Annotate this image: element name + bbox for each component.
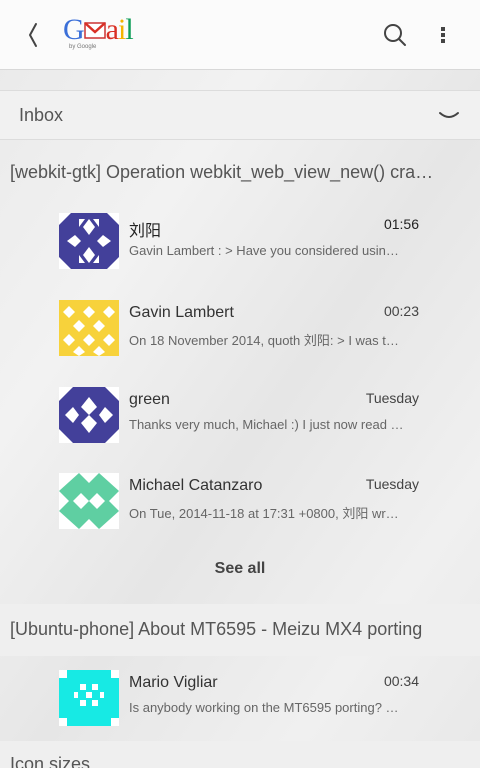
- avatar: [59, 473, 119, 529]
- back-chevron-icon: [29, 23, 37, 47]
- sender-name: Michael Catanzaro: [129, 477, 263, 494]
- thread-title[interactable]: Icon sizes: [10, 754, 470, 768]
- message-snippet: On Tue, 2014-11-18 at 17:31 +0800, 刘阳 wr…: [129, 506, 399, 521]
- avatar: [59, 300, 119, 356]
- chevron-down-icon: [439, 112, 459, 118]
- message-item[interactable]: Gavin Lambert 00:23 On 18 November 2014,…: [0, 300, 480, 374]
- sender-name: Gavin Lambert: [129, 304, 234, 321]
- message-time: 00:34: [383, 673, 419, 689]
- sender-name: green: [129, 391, 170, 408]
- message-snippet: Gavin Lambert : > Have you considered us…: [129, 243, 399, 258]
- avatar: [59, 213, 119, 269]
- message-snippet: Thanks very much, Michael :) I just now …: [129, 417, 404, 432]
- message-time: Tuesday: [365, 476, 419, 492]
- message-item[interactable]: 刘阳 01:56 Gavin Lambert : > Have you cons…: [0, 213, 480, 287]
- thread-title[interactable]: [webkit-gtk] Operation webkit_web_view_n…: [10, 162, 470, 183]
- search-button[interactable]: [382, 22, 408, 48]
- back-button[interactable]: [22, 20, 46, 50]
- avatar: [59, 670, 119, 726]
- gmail-logo: Gail by Google: [63, 13, 134, 51]
- message-snippet: Is anybody working on the MT6595 porting…: [129, 700, 399, 715]
- folder-selector[interactable]: Inbox: [0, 90, 480, 140]
- sender-name: Mario Vigliar: [129, 674, 218, 691]
- thread-title[interactable]: [Ubuntu-phone] About MT6595 - Meizu MX4 …: [10, 619, 470, 640]
- message-item[interactable]: Mario Vigliar 00:34 Is anybody working o…: [0, 670, 480, 744]
- overflow-menu-button[interactable]: [434, 22, 452, 48]
- logo-subtitle: by Google: [69, 44, 97, 50]
- message-snippet: On 18 November 2014, quoth 刘阳: > I was t…: [129, 333, 399, 348]
- app-header: Gail by Google: [0, 0, 480, 70]
- avatar: [59, 387, 119, 443]
- message-time: Tuesday: [365, 390, 419, 406]
- overflow-menu-icon: [441, 27, 445, 43]
- sender-name: 刘阳: [129, 223, 162, 240]
- see-all-button[interactable]: See all: [0, 560, 480, 578]
- folder-label: Inbox: [19, 105, 64, 125]
- message-item[interactable]: Michael Catanzaro Tuesday On Tue, 2014-1…: [0, 473, 480, 547]
- search-icon: [384, 24, 406, 46]
- message-time: 01:56: [383, 216, 419, 232]
- message-time: 00:23: [383, 303, 419, 319]
- message-item[interactable]: green Tuesday Thanks very much, Michael …: [0, 387, 480, 461]
- gmail-envelope-icon: [83, 22, 106, 39]
